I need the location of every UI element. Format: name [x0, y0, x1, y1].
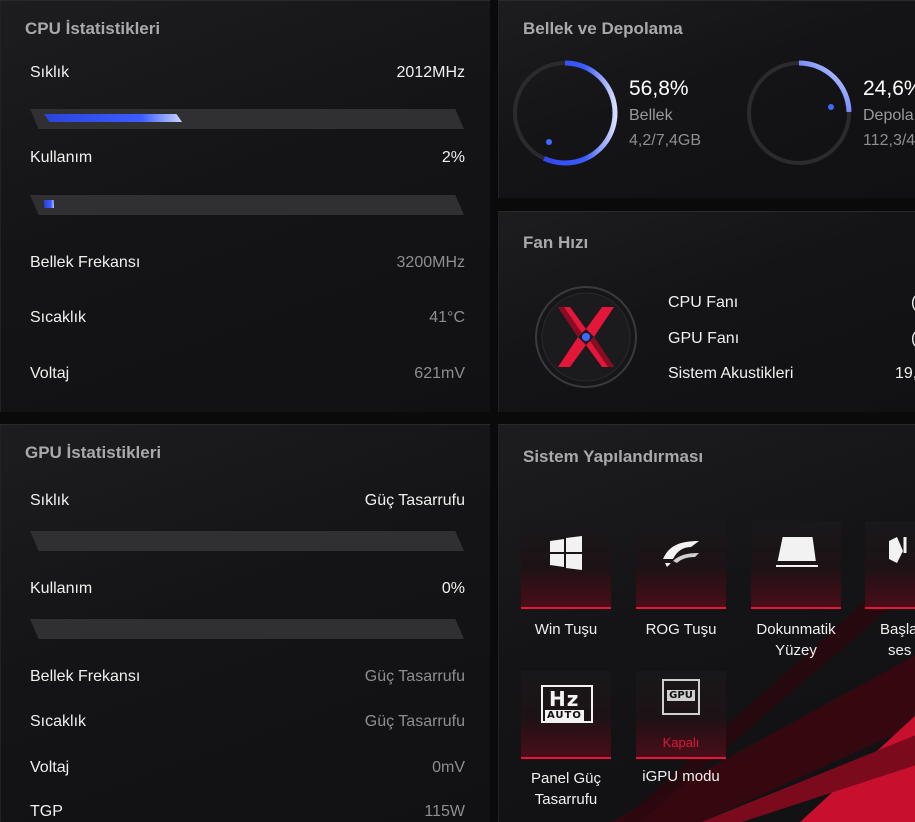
- touchpad-toggle[interactable]: [751, 521, 841, 609]
- boot-sound-toggle[interactable]: [865, 521, 915, 609]
- cpu-frequency-bar-fill: [44, 114, 182, 122]
- gpu-stats-title: GPU İstatistikleri: [25, 443, 162, 462]
- cpu-frequency-value: 2012MHz: [396, 64, 465, 81]
- gpu-fan-label: GPU Fanı: [668, 330, 740, 347]
- cpu-stats-title: CPU İstatistikleri: [25, 19, 161, 38]
- gpu-tgp-label: TGP: [30, 803, 63, 820]
- system-config-title: Sistem Yapılandırması: [523, 447, 704, 466]
- gpu-memory-frequency-value: Güç Tasarrufu: [364, 668, 465, 685]
- fan-speed-panel: Fan Hızı CPU Fanı ( GPU Fanı ( Sistem Ak…: [498, 211, 915, 412]
- cpu-usage-bar-fill: [44, 200, 54, 208]
- ram-usage-ring: [512, 60, 618, 166]
- system-config-panel: Sistem Yapılandırması Win Tuşu ROG Tuşu …: [498, 424, 915, 822]
- storage-usage-dot: [828, 104, 834, 110]
- gpu-frequency-label: Sıklık: [30, 492, 70, 509]
- windows-icon: [550, 536, 582, 570]
- win-key-label-line: Win Tuşu: [534, 621, 598, 638]
- win-key-toggle[interactable]: [521, 521, 611, 609]
- gpu-frequency-value: Güç Tasarrufu: [364, 492, 465, 509]
- fan-icon: [535, 286, 637, 388]
- boot-sound-label: Başla ses: [857, 619, 915, 661]
- storage-percent: 24,6%: [863, 77, 915, 100]
- boot-sound-label-line-1: Başla: [880, 621, 915, 638]
- cpu-voltage-value: 621mV: [414, 365, 465, 382]
- touchpad-label: Dokunmatik Yüzey: [741, 619, 851, 661]
- igpu-mode-label: iGPU modu: [626, 766, 736, 787]
- ram-label: Bellek: [629, 107, 673, 124]
- panel-power-saver-toggle[interactable]: Hz AUTO: [521, 671, 611, 759]
- ram-usage-dot: [546, 139, 552, 145]
- fan-speed-title: Fan Hızı: [523, 233, 589, 252]
- rog-key-label-line: ROG Tuşu: [645, 621, 717, 638]
- boot-sound-icon: [889, 537, 907, 563]
- cpu-temperature-label: Sıcaklık: [30, 309, 87, 326]
- igpu-mode-toggle[interactable]: GPU Kapalı: [636, 671, 726, 759]
- rog-icon: [663, 541, 699, 567]
- auto-icon-text: AUTO: [545, 710, 584, 721]
- storage-detail: 112,3/4: [863, 132, 915, 149]
- hz-icon-text: Hz: [549, 687, 580, 711]
- cpu-usage-value: 2%: [441, 149, 465, 166]
- cpu-fan-value: (: [911, 294, 915, 312]
- gpu-icon-text: GPU: [667, 690, 695, 701]
- gpu-frequency-bar: [30, 531, 464, 551]
- cpu-memory-frequency-label: Bellek Frekansı: [30, 254, 141, 271]
- system-acoustics-value: 19,: [895, 365, 915, 382]
- gpu-fan-value: (: [911, 330, 915, 348]
- cpu-fan-label: CPU Fanı: [668, 294, 739, 311]
- cpu-frequency-bar: [30, 109, 464, 129]
- panel-power-saver-label: Panel Güç Tasarrufu: [511, 768, 621, 810]
- gpu-usage-bar: [30, 619, 464, 639]
- system-acoustics-label: Sistem Akustikleri: [668, 365, 794, 382]
- touchpad-label-line-2: Yüzey: [775, 642, 817, 659]
- cpu-stats-panel: CPU İstatistikleri Sıklık 2012MHz Kullan…: [0, 0, 490, 412]
- gpu-icon: GPU: [662, 679, 700, 715]
- gpu-usage-label: Kullanım: [30, 580, 93, 597]
- ram-percent: 56,8%: [629, 77, 689, 100]
- ram-detail: 4,2/7,4GB: [629, 132, 702, 149]
- storage-label: Depola: [863, 107, 914, 124]
- memory-storage-title: Bellek ve Depolama: [523, 19, 683, 38]
- gpu-memory-frequency-label: Bellek Frekansı: [30, 668, 141, 685]
- cpu-usage-label: Kullanım: [30, 149, 93, 166]
- gpu-usage-value: 0%: [441, 580, 465, 597]
- touchpad-label-line-1: Dokunmatik: [756, 621, 836, 638]
- rog-key-toggle[interactable]: [636, 521, 726, 609]
- cpu-usage-bar: [30, 195, 464, 215]
- igpu-mode-state: Kapalı: [662, 735, 700, 750]
- cpu-frequency-label: Sıklık: [30, 64, 70, 81]
- boot-sound-label-line-2: ses: [888, 642, 912, 659]
- cpu-memory-frequency-value: 3200MHz: [396, 254, 465, 271]
- panel-power-saver-label-line-2: Tasarrufu: [534, 791, 598, 808]
- gpu-temperature-value: Güç Tasarrufu: [364, 713, 465, 730]
- cpu-temperature-value: 41°C: [429, 309, 465, 326]
- gpu-stats-panel: GPU İstatistikleri Sıklık Güç Tasarrufu …: [0, 424, 490, 822]
- touchpad-icon: [776, 537, 818, 567]
- hz-auto-icon: Hz AUTO: [541, 685, 593, 723]
- igpu-mode-label-line: iGPU modu: [642, 768, 720, 785]
- gpu-temperature-label: Sıcaklık: [30, 713, 87, 730]
- gpu-voltage-value: 0mV: [432, 759, 465, 776]
- gpu-tgp-value: 115W: [424, 803, 465, 820]
- storage-usage-ring: [746, 60, 852, 166]
- win-key-label: Win Tuşu: [511, 619, 621, 640]
- gpu-voltage-label: Voltaj: [30, 759, 70, 776]
- cpu-voltage-label: Voltaj: [30, 365, 70, 382]
- panel-power-saver-label-line-1: Panel Güç: [530, 770, 602, 787]
- memory-storage-panel: Bellek ve Depolama 56,8% Bellek 4,2/7,4G…: [498, 0, 915, 198]
- rog-key-label: ROG Tuşu: [626, 619, 736, 640]
